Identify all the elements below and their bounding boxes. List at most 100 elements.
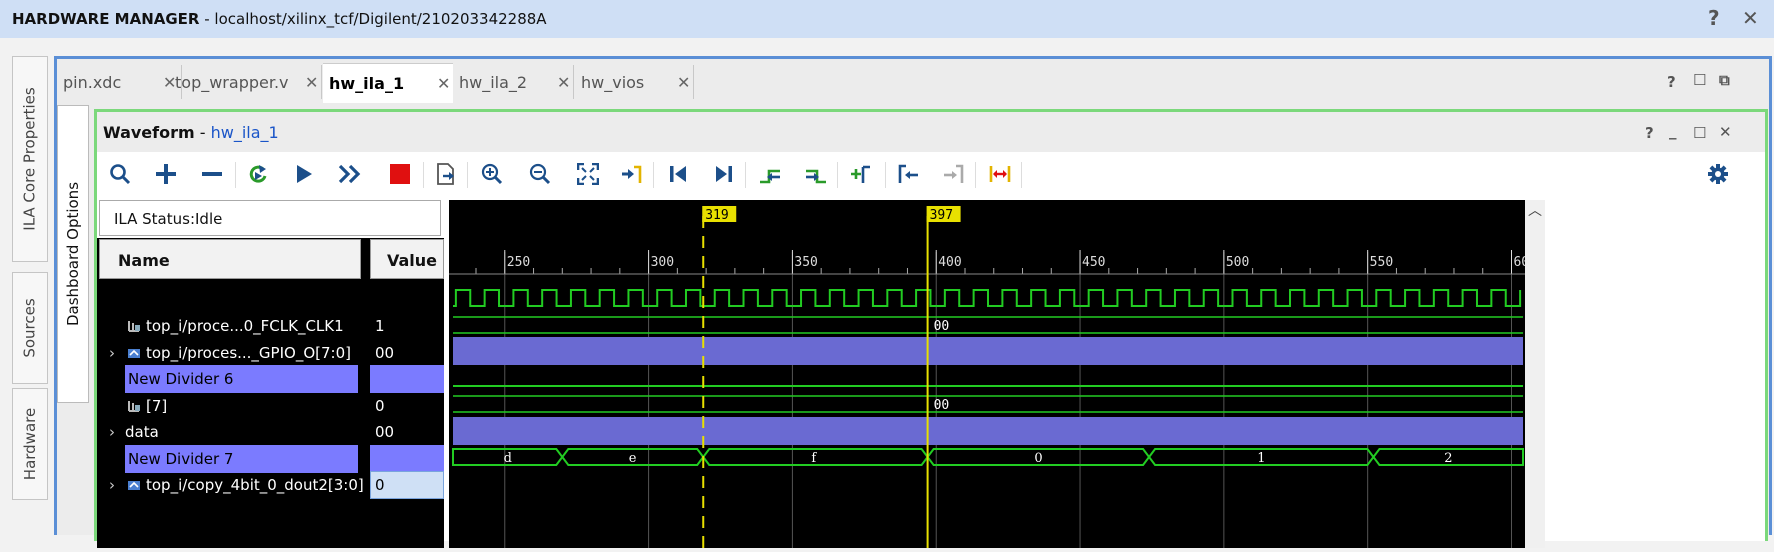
help-icon[interactable]: ? (1645, 124, 1654, 142)
toolbar-separator (745, 162, 746, 188)
minus-icon[interactable] (197, 159, 227, 189)
goto-cursor-icon[interactable] (617, 159, 647, 189)
window-title-bold: HARDWARE MANAGER (12, 10, 200, 28)
close-tab-icon[interactable]: ✕ (437, 74, 450, 93)
value-column-header[interactable]: Value (370, 239, 444, 279)
help-icon[interactable]: ? (1667, 73, 1676, 91)
tab-dashboard-options[interactable]: Dashboard Options (57, 105, 89, 403)
editor-tab-bar: pin.xdc ✕ top_wrapper.v ✕ hw_ila_1 ✕ hw_… (57, 59, 1769, 107)
bus-signal-icon (128, 481, 140, 490)
next-transition-icon[interactable] (801, 159, 831, 189)
close-tab-icon[interactable]: ✕ (305, 73, 318, 92)
data-bus-value: 00 (934, 398, 950, 413)
toolbar-separator (423, 162, 424, 188)
zoom-fit-icon[interactable] (573, 159, 603, 189)
marker-label: 319 (705, 208, 728, 223)
close-icon[interactable]: ✕ (1719, 123, 1732, 141)
tick-label: 400 (938, 255, 961, 270)
signal-name-text: New Divider 6 (128, 370, 234, 388)
vertical-scrollbar[interactable]: ︿ (1525, 200, 1545, 548)
window-title: HARDWARE MANAGER - localhost/xilinx_tcf/… (12, 10, 547, 28)
tab-divider (573, 65, 574, 99)
tab-pin-xdc[interactable]: pin.xdc ✕ (57, 63, 181, 103)
previous-transition-icon[interactable] (755, 159, 785, 189)
waveform-header: Waveform - hw_ila_1 ? _ ☐ ✕ (97, 112, 1765, 152)
toolbar-separator (975, 162, 976, 188)
title-separator: - (194, 123, 211, 142)
maximize-icon[interactable]: ☐ (1693, 71, 1706, 89)
signal-row[interactable]: › top_i/proces..._GPIO_O[7:0] 00 (97, 339, 444, 367)
tab-label: top_wrapper.v (175, 73, 289, 92)
tab-hardware[interactable]: Hardware (12, 388, 48, 500)
run-immediate-icon[interactable] (335, 159, 365, 189)
waveform-svg[interactable]: 250 300 350 400 450 500 550 60 00 00 d e f 0 1 2 319 397 (449, 200, 1529, 548)
divider-row[interactable]: New Divider 6 (97, 365, 444, 393)
expand-chevron-icon[interactable]: › (109, 344, 115, 362)
auto-run-icon[interactable] (243, 159, 273, 189)
toolbar-separator (235, 162, 236, 188)
signal-row[interactable]: [7] 0 (97, 392, 444, 420)
tab-ila-core-properties[interactable]: ILA Core Properties (12, 56, 48, 262)
tab-divider (693, 65, 694, 99)
run-trigger-icon[interactable] (289, 159, 319, 189)
add-marker-icon[interactable] (847, 159, 877, 189)
signal-row[interactable]: › data 00 (97, 418, 444, 446)
goto-end-icon[interactable] (709, 159, 739, 189)
expand-chevron-icon[interactable]: › (109, 476, 115, 494)
export-icon[interactable] (431, 159, 461, 189)
dout-bus-value: 2 (1444, 451, 1452, 466)
previous-marker-icon[interactable] (893, 159, 923, 189)
close-icon[interactable]: ✕ (1742, 6, 1759, 30)
settings-icon[interactable] (1703, 159, 1733, 189)
tab-top-wrapper[interactable]: top_wrapper.v ✕ (169, 63, 321, 103)
signal-row[interactable]: › top_i/copy_4bit_0_dout2[3:0] 0 (97, 471, 444, 499)
swap-cursors-icon[interactable] (985, 159, 1015, 189)
close-tab-icon[interactable]: ✕ (557, 73, 570, 92)
tab-hw-vios[interactable]: hw_vios ✕ (575, 63, 693, 103)
signal-value: 00 (375, 423, 395, 441)
marker-label: 397 (930, 208, 953, 223)
divider-row[interactable]: New Divider 7 (97, 445, 444, 473)
scroll-up-icon[interactable]: ︿ (1528, 200, 1542, 220)
stop-icon[interactable] (385, 159, 415, 189)
zoom-in-icon[interactable] (477, 159, 507, 189)
tab-label: hw_ila_1 (329, 74, 405, 93)
close-tab-icon[interactable]: ✕ (677, 73, 690, 92)
tab-label: hw_ila_2 (459, 73, 528, 92)
window-title-path: - localhost/xilinx_tcf/Digilent/21020334… (199, 10, 547, 28)
next-marker-icon[interactable] (939, 159, 969, 189)
toolbar-separator (837, 162, 838, 188)
clock-waveform (453, 289, 1522, 307)
float-icon[interactable]: ⧉ (1719, 71, 1730, 89)
signal-name-text: top_i/proce...0_FCLK_CLK1 (146, 317, 344, 335)
bit-signal-icon (128, 401, 140, 412)
plus-icon[interactable] (151, 159, 181, 189)
search-icon[interactable] (105, 159, 135, 189)
waveform-canvas[interactable]: 250 300 350 400 450 500 550 60 00 00 d e f 0 1 2 319 397 (449, 200, 1529, 548)
tick-label: 250 (507, 255, 530, 270)
maximize-icon[interactable]: ☐ (1693, 124, 1706, 142)
waveform-ila-link[interactable]: hw_ila_1 (211, 123, 279, 142)
help-icon[interactable]: ? (1708, 6, 1720, 30)
tab-hw-ila-2[interactable]: hw_ila_2 ✕ (453, 63, 573, 103)
signal-name-text: data (125, 423, 159, 441)
tab-hw-ila-1[interactable]: hw_ila_1 ✕ (323, 63, 453, 103)
signal-name: top_i/proce...0_FCLK_CLK1 (127, 317, 344, 335)
toolbar-separator (885, 162, 886, 188)
minimize-icon[interactable]: _ (1669, 122, 1677, 140)
tick-label: 450 (1082, 255, 1105, 270)
tab-sources[interactable]: Sources (12, 272, 48, 384)
expand-chevron-icon[interactable]: › (109, 423, 115, 441)
dout-bus-value: f (811, 451, 817, 466)
dout-bus-value: 0 (1034, 451, 1042, 466)
signal-row[interactable]: top_i/proce...0_FCLK_CLK1 1 (97, 312, 444, 340)
bus-signal-icon (128, 349, 140, 358)
goto-start-icon[interactable] (663, 159, 693, 189)
tab-divider (321, 65, 322, 99)
signal-name-text: top_i/proces..._GPIO_O[7:0] (146, 344, 351, 362)
name-column-header[interactable]: Name (99, 239, 361, 279)
signal-name: top_i/proces..._GPIO_O[7:0] (127, 344, 351, 362)
zoom-out-icon[interactable] (525, 159, 555, 189)
title-bar: HARDWARE MANAGER - localhost/xilinx_tcf/… (0, 0, 1774, 38)
divider-value-bg (370, 445, 444, 473)
